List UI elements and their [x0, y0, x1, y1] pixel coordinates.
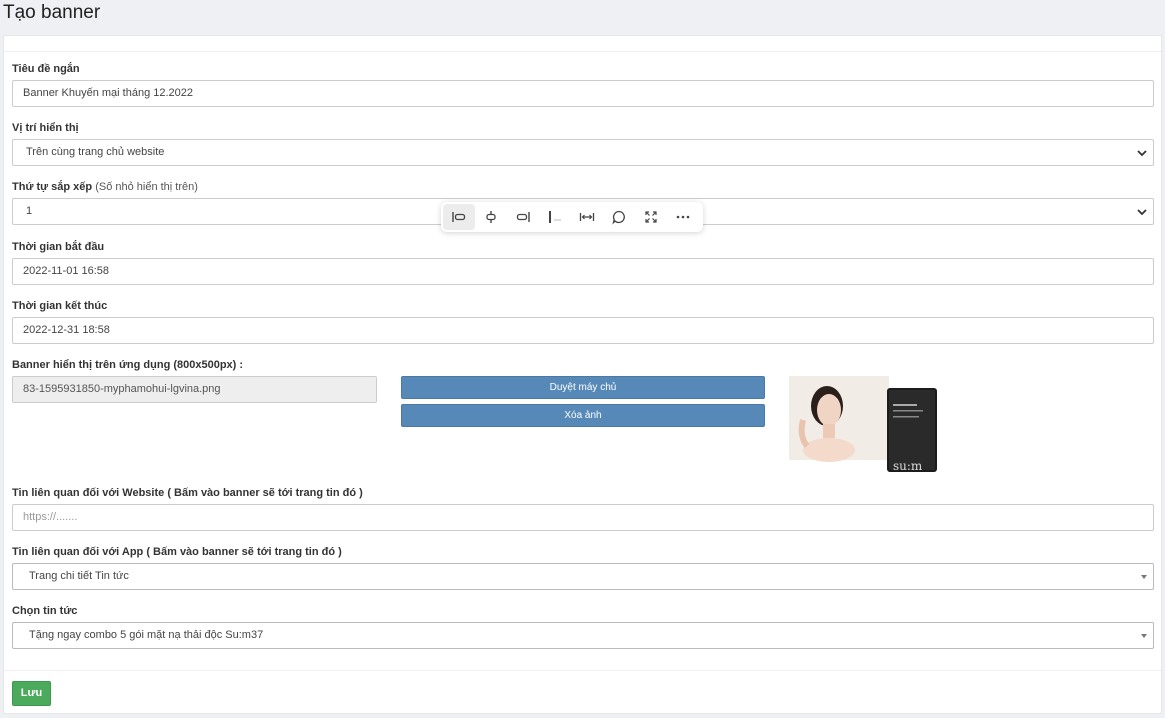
chevron-down-icon: [1137, 148, 1147, 157]
banner-form: Tiêu đề ngắn Banner Khuyến mại tháng 12.…: [3, 35, 1162, 714]
start-time-label: Thời gian bắt đầu: [12, 241, 105, 253]
news-select[interactable]: Tặng ngay combo 5 gói mặt nạ thải độc Su…: [12, 622, 1154, 649]
save-button[interactable]: Lưu: [12, 681, 51, 706]
align-right-icon[interactable]: [507, 204, 539, 230]
end-time-input[interactable]: 2022-12-31 18:58: [12, 317, 1154, 344]
align-center-icon[interactable]: [475, 204, 507, 230]
product-label: su:m: [893, 459, 923, 472]
news-label: Chọn tin tức: [12, 605, 78, 617]
order-label-text: Thứ tự sắp xếp: [12, 181, 93, 193]
wrap-text-icon[interactable]: [539, 204, 571, 230]
app-link-value: Trang chi tiết Tin tức: [29, 570, 129, 582]
short-title-label: Tiêu đề ngắn: [12, 63, 80, 75]
banner-label: Banner hiển thị trên ứng dụng (800x500px…: [12, 359, 244, 371]
align-left-icon[interactable]: [443, 204, 475, 230]
image-toolbar: [441, 202, 703, 232]
caret-down-icon: [1141, 575, 1147, 579]
delete-image-button[interactable]: Xóa ảnh: [401, 404, 765, 427]
news-value: Tặng ngay combo 5 gói mặt nạ thải độc Su…: [29, 629, 264, 641]
app-link-select[interactable]: Trang chi tiết Tin tức: [12, 563, 1154, 590]
website-link-input[interactable]: https://.......: [12, 504, 1154, 531]
divider: [4, 51, 1161, 52]
start-time-input[interactable]: 2022-11-01 16:58: [12, 258, 1154, 285]
position-value: Trên cùng trang chủ website: [26, 146, 165, 158]
app-link-label: Tin liên quan đối với App ( Bấm vào bann…: [12, 546, 342, 558]
order-value: 1: [26, 205, 33, 217]
order-hint: (Số nhỏ hiển thị trên): [95, 181, 198, 193]
position-label: Vị trí hiển thị: [12, 122, 79, 134]
expand-icon[interactable]: [635, 204, 667, 230]
banner-preview-image: su:m: [789, 376, 938, 472]
divider: [4, 670, 1161, 671]
more-icon[interactable]: [667, 204, 699, 230]
caret-down-icon: [1141, 634, 1147, 638]
browse-server-button[interactable]: Duyệt máy chủ: [401, 376, 765, 399]
website-link-label: Tin liên quan đối với Website ( Bấm vào …: [12, 487, 363, 499]
position-select[interactable]: Trên cùng trang chủ website: [12, 139, 1154, 166]
full-width-icon[interactable]: [571, 204, 603, 230]
short-title-input[interactable]: Banner Khuyến mại tháng 12.2022: [12, 80, 1154, 107]
end-time-label: Thời gian kết thúc: [12, 300, 108, 312]
page-title: Tạo banner: [3, 2, 101, 23]
comment-icon[interactable]: [603, 204, 635, 230]
chevron-down-icon: [1137, 207, 1147, 216]
banner-filename-input[interactable]: 83-1595931850-myphamohui-lgvina.png: [12, 376, 377, 403]
order-label: Thứ tự sắp xếp (Số nhỏ hiển thị trên): [12, 181, 198, 193]
